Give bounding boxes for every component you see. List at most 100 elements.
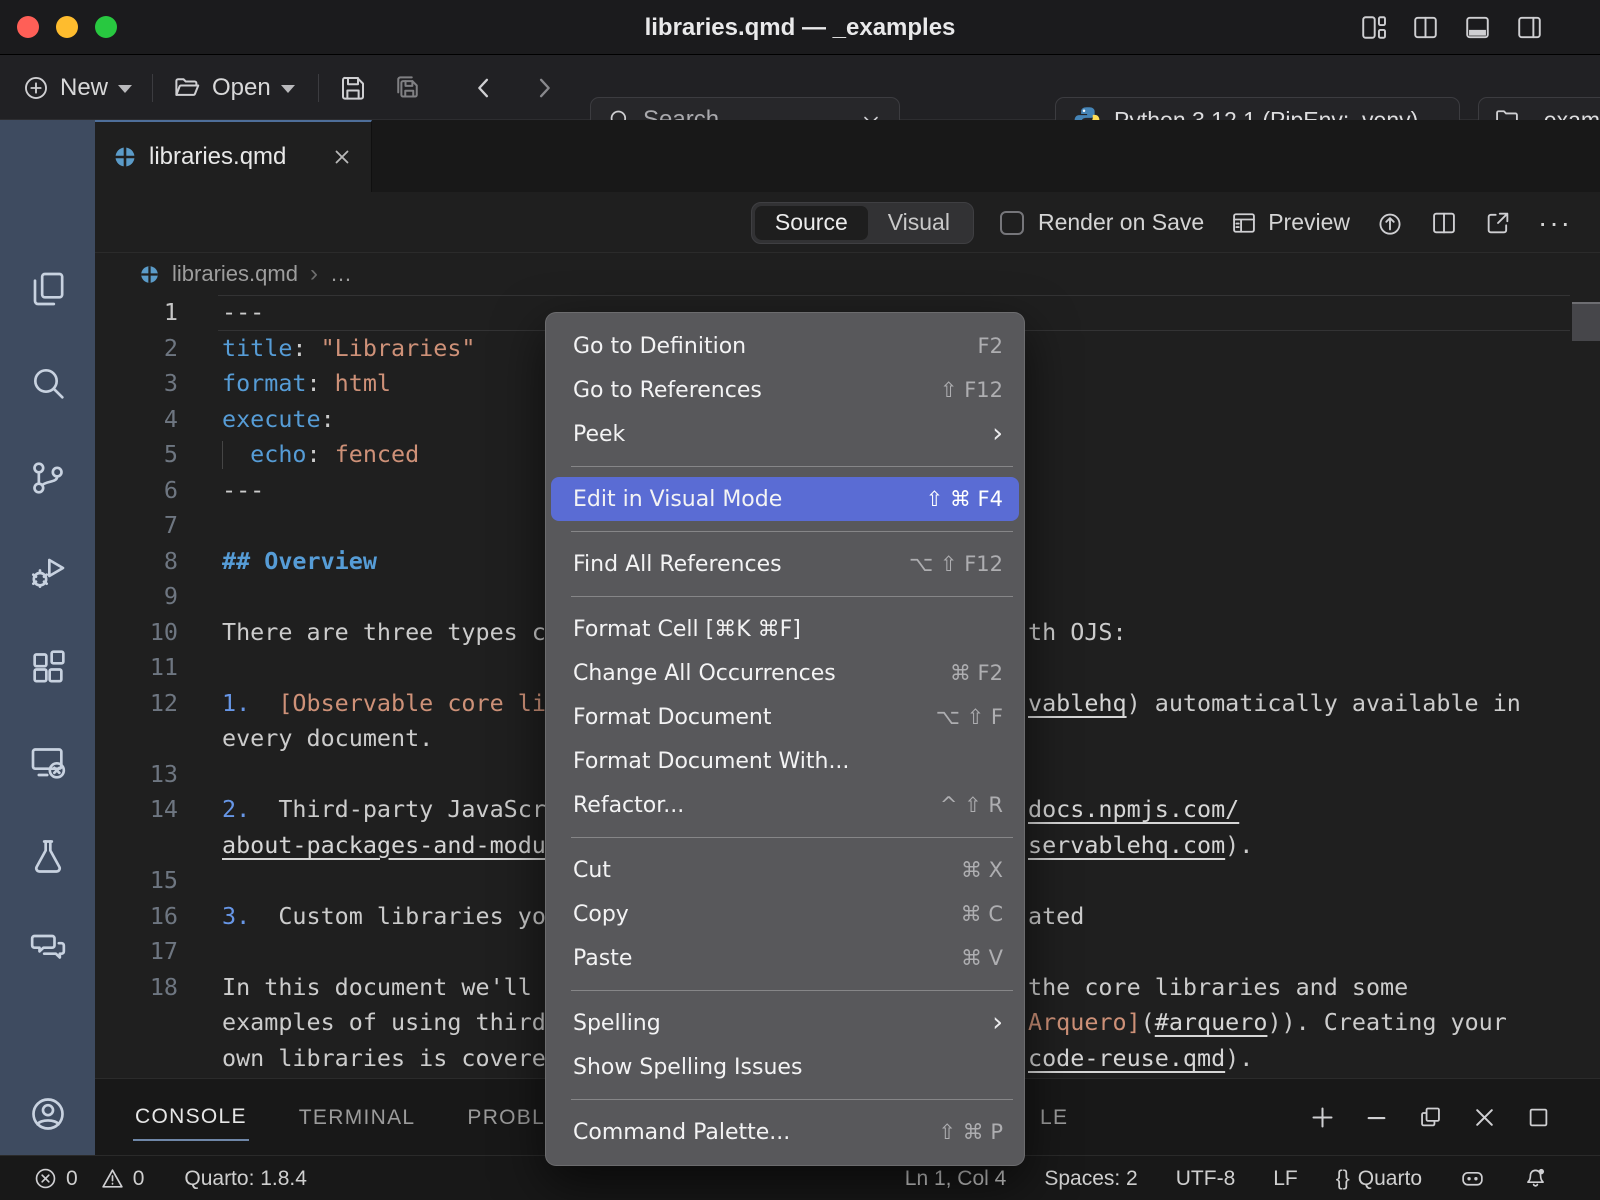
language-mode[interactable]: {} Quarto <box>1336 1167 1422 1191</box>
problems-indicator[interactable]: 0 0 <box>33 1166 144 1191</box>
menu-item-go-to-references[interactable]: Go to References⇧ F12 <box>545 368 1025 412</box>
line-number: 5 <box>95 437 178 473</box>
menu-item-peek[interactable]: Peek› <box>545 412 1025 456</box>
code-text: ## Overview <box>222 544 377 580</box>
menu-separator <box>571 466 1013 467</box>
code-text: about-packages-and-modu <box>222 828 546 864</box>
tab-libraries-qmd[interactable]: libraries.qmd <box>95 120 372 192</box>
line-number: 13 <box>95 757 178 793</box>
quarto-version[interactable]: Quarto: 1.8.4 <box>184 1167 307 1191</box>
divider <box>152 74 153 102</box>
chat-comments-icon[interactable] <box>28 928 68 968</box>
new-console-icon[interactable] <box>1309 1104 1336 1131</box>
menu-item-show-spelling-issues[interactable]: Show Spelling Issues <box>545 1045 1025 1089</box>
maximize-panel-icon[interactable] <box>1525 1104 1552 1131</box>
publish-icon[interactable] <box>1376 209 1404 237</box>
code-text-right-fragment: the core libraries and some <box>1028 970 1408 1006</box>
code-text: 3. Custom libraries yo <box>222 899 546 935</box>
source-control-icon[interactable] <box>28 458 68 498</box>
source-mode-button[interactable]: Source <box>755 206 868 240</box>
menu-item-format-document-with[interactable]: Format Document With... <box>545 739 1025 783</box>
breadcrumb-more[interactable]: … <box>330 261 352 287</box>
line-number: 9 <box>95 579 178 615</box>
code-text: --- <box>222 295 264 331</box>
breadcrumb-file[interactable]: libraries.qmd <box>172 261 298 287</box>
run-debug-icon[interactable] <box>28 552 68 592</box>
breadcrumb-separator: › <box>310 260 318 288</box>
menu-item-copy[interactable]: Copy⌘ C <box>545 892 1025 936</box>
account-icon[interactable] <box>28 1094 68 1134</box>
code-text-right-fragment: code-reuse.qmd). <box>1028 1041 1253 1077</box>
split-editor-icon[interactable] <box>1430 209 1458 237</box>
new-plus-icon <box>22 74 50 102</box>
code-text: examples of using third <box>222 1005 546 1041</box>
menu-item-spelling[interactable]: Spelling› <box>545 1001 1025 1045</box>
menu-item-paste[interactable]: Paste⌘ V <box>545 936 1025 980</box>
toolbar: New Open Search Python 3.12.1 (PipEnv: .… <box>0 55 1600 120</box>
menu-item-format-document[interactable]: Format Document⌥ ⇧ F <box>545 695 1025 739</box>
toggle-panel-icon[interactable] <box>1463 13 1492 42</box>
preview-button[interactable]: Preview <box>1230 209 1350 237</box>
line-number: 6 <box>95 473 178 509</box>
save-button[interactable] <box>338 55 368 120</box>
new-button[interactable]: New <box>22 55 132 120</box>
forward-button[interactable] <box>530 55 558 120</box>
context-menu: Go to DefinitionF2Go to References⇧ F12P… <box>545 312 1025 1166</box>
line-number: 2 <box>95 331 178 367</box>
remote-sessions-icon[interactable] <box>28 742 68 782</box>
restore-panel-icon[interactable] <box>1417 1104 1444 1131</box>
save-all-button[interactable] <box>393 55 423 120</box>
line-number: 16 <box>95 899 178 935</box>
minimize-panel-icon[interactable] <box>1363 1104 1390 1131</box>
close-panel-icon[interactable] <box>1471 1104 1498 1131</box>
menu-item-edit-in-visual-mode[interactable]: Edit in Visual Mode⇧ ⌘ F4 <box>551 477 1019 521</box>
code-text-right-fragment: th OJS: <box>1028 615 1127 651</box>
more-actions-icon[interactable]: ··· <box>1538 207 1572 239</box>
extensions-icon[interactable] <box>28 647 68 687</box>
indentation[interactable]: Spaces: 2 <box>1044 1167 1137 1191</box>
code-text: 2. Third-party JavaScr <box>222 792 546 828</box>
breadcrumb[interactable]: libraries.qmd › … <box>95 253 1600 295</box>
titlebar: libraries.qmd — _examples <box>0 0 1600 55</box>
menu-item-go-to-definition[interactable]: Go to DefinitionF2 <box>545 324 1025 368</box>
menu-item-format-cell-k-f[interactable]: Format Cell [⌘K ⌘F] <box>545 607 1025 651</box>
tab-strip: libraries.qmd <box>95 120 1600 192</box>
tab-label: libraries.qmd <box>149 143 319 171</box>
render-on-save-checkbox[interactable] <box>1000 211 1024 235</box>
render-on-save-control[interactable]: Render on Save <box>1000 209 1204 236</box>
panel-tab-terminal[interactable]: TERMINAL <box>297 1096 418 1140</box>
cursor-position[interactable]: Ln 1, Col 4 <box>905 1167 1007 1191</box>
chevron-down-icon <box>281 85 295 93</box>
customize-layout-icon[interactable] <box>1359 13 1388 42</box>
menu-item-command-palette[interactable]: Command Palette...⇧ ⌘ P <box>545 1110 1025 1154</box>
line-number: 11 <box>95 650 178 686</box>
encoding[interactable]: UTF-8 <box>1176 1167 1236 1191</box>
notifications-bell-icon[interactable] <box>1523 1166 1548 1191</box>
line-number: 1 <box>95 295 178 331</box>
back-button[interactable] <box>470 55 498 120</box>
menu-item-change-all-occurrences[interactable]: Change All Occurrences⌘ F2 <box>545 651 1025 695</box>
source-visual-toggle: Source Visual <box>751 202 974 244</box>
submenu-arrow-icon: › <box>992 1013 1003 1033</box>
open-label: Open <box>212 74 271 102</box>
open-in-new-window-icon[interactable] <box>1484 209 1512 237</box>
panel-tab-clipped-fragment[interactable]: LE <box>1040 1079 1068 1156</box>
panel-tab-console[interactable]: CONSOLE <box>133 1095 249 1141</box>
open-button[interactable]: Open <box>172 55 295 120</box>
toggle-secondary-sidebar-icon[interactable] <box>1515 13 1544 42</box>
end-of-line[interactable]: LF <box>1273 1167 1298 1191</box>
visual-mode-button[interactable]: Visual <box>868 206 970 240</box>
split-editor-icon[interactable] <box>1411 13 1440 42</box>
menu-item-find-all-references[interactable]: Find All References⌥ ⇧ F12 <box>545 542 1025 586</box>
line-number: 10 <box>95 615 178 651</box>
search-sidebar-icon[interactable] <box>28 363 68 403</box>
explorer-icon[interactable] <box>28 269 68 309</box>
preview-label: Preview <box>1268 209 1350 236</box>
code-text-right-fragment: ated <box>1028 899 1084 935</box>
copilot-icon[interactable] <box>1460 1166 1485 1191</box>
close-tab-icon[interactable] <box>331 146 353 168</box>
preview-icon <box>1230 209 1258 237</box>
menu-item-refactor[interactable]: Refactor...^ ⇧ R <box>545 783 1025 827</box>
menu-item-cut[interactable]: Cut⌘ X <box>545 848 1025 892</box>
testing-beaker-icon[interactable] <box>28 836 68 876</box>
